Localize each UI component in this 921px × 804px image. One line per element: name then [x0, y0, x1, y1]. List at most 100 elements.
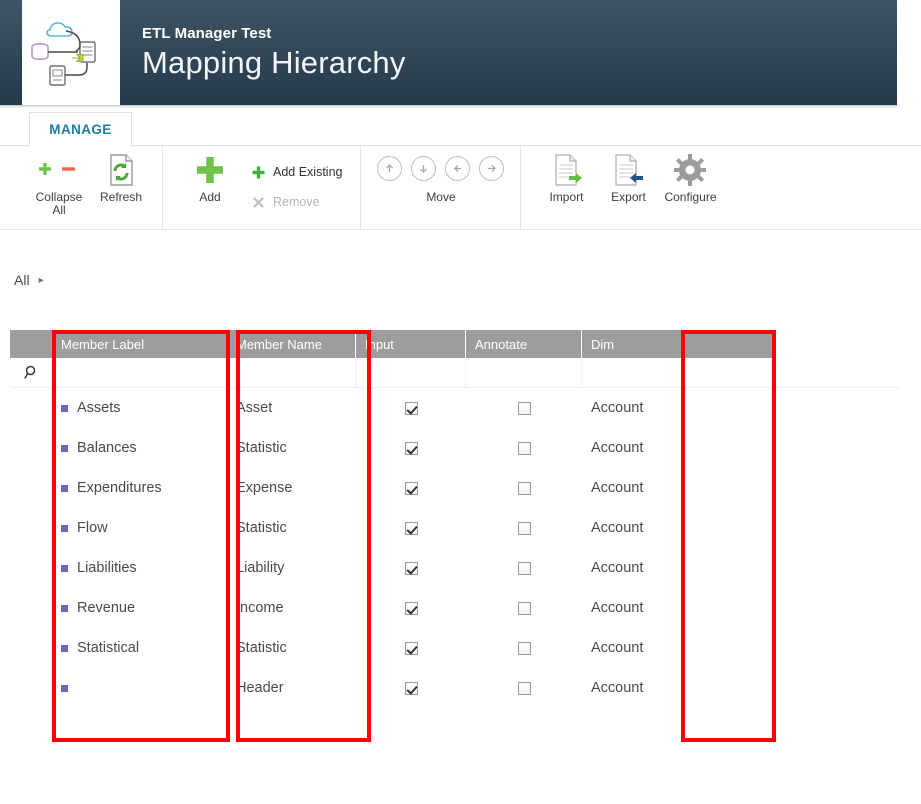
input-checkbox[interactable]: [404, 521, 418, 535]
annotate-checkbox[interactable]: [517, 401, 531, 415]
cell-input-checkbox[interactable]: [356, 388, 466, 428]
cell-dim[interactable]: Account: [582, 508, 772, 548]
tab-manage[interactable]: MANAGE: [29, 112, 132, 146]
cell-annotate-checkbox[interactable]: [466, 628, 582, 668]
table-row[interactable]: Balances Statistic Account: [10, 428, 900, 468]
cell-input-checkbox[interactable]: [356, 468, 466, 508]
column-header-member-name[interactable]: Member Name: [227, 330, 356, 358]
ribbon-group-move: Move: [360, 146, 520, 230]
cell-input-checkbox[interactable]: [356, 508, 466, 548]
table-row[interactable]: Assets Asset Account: [10, 388, 900, 428]
cell-input-checkbox[interactable]: [356, 668, 466, 708]
cell-annotate-checkbox[interactable]: [466, 388, 582, 428]
input-checkbox[interactable]: [404, 641, 418, 655]
cell-member-name[interactable]: Statistic: [227, 628, 356, 668]
annotate-checkbox[interactable]: [517, 441, 531, 455]
import-button[interactable]: Import: [535, 149, 597, 225]
configure-button[interactable]: Configure: [659, 149, 721, 225]
cell-member-label[interactable]: [52, 668, 227, 708]
table-row[interactable]: Revenue Income Account: [10, 588, 900, 628]
cell-member-label[interactable]: Balances: [52, 428, 227, 468]
cell-member-name[interactable]: Header: [227, 668, 356, 708]
column-header-dim[interactable]: Dim: [582, 330, 772, 358]
refresh-label: Refresh: [99, 190, 143, 204]
annotate-checkbox[interactable]: [517, 521, 531, 535]
breadcrumb-item-all[interactable]: All: [14, 272, 30, 288]
cell-dim[interactable]: Account: [582, 668, 772, 708]
filter-input-member-label[interactable]: [52, 358, 227, 387]
cell-member-label[interactable]: Assets: [52, 388, 227, 428]
cell-annotate-checkbox[interactable]: [466, 508, 582, 548]
add-button[interactable]: Add: [179, 149, 241, 225]
expand-collapse-plus-minus-icon: [36, 149, 82, 191]
member-bullet-icon: [61, 564, 68, 572]
cell-member-label[interactable]: Revenue: [52, 588, 227, 628]
annotate-checkbox[interactable]: [517, 641, 531, 655]
filter-input-input[interactable]: [356, 358, 466, 387]
refresh-button[interactable]: Refresh: [90, 149, 152, 225]
table-row[interactable]: Statistical Statistic Account: [10, 628, 900, 668]
gear-icon: [672, 149, 708, 191]
column-header-annotate[interactable]: Annotate: [466, 330, 582, 358]
collapse-all-button[interactable]: Collapse All: [28, 149, 90, 225]
input-checkbox[interactable]: [404, 401, 418, 415]
cell-member-name[interactable]: Liability: [227, 548, 356, 588]
column-header-member-label[interactable]: Member Label: [52, 330, 227, 358]
input-checkbox[interactable]: [404, 561, 418, 575]
cell-member-name[interactable]: Statistic: [227, 508, 356, 548]
ribbon-tab-strip: MANAGE: [0, 112, 921, 146]
plus-icon: [193, 149, 227, 191]
cell-input-checkbox[interactable]: [356, 628, 466, 668]
add-existing-button[interactable]: Add Existing: [247, 159, 346, 185]
input-checkbox[interactable]: [404, 681, 418, 695]
annotate-checkbox[interactable]: [517, 561, 531, 575]
cell-annotate-checkbox[interactable]: [466, 428, 582, 468]
cell-member-name[interactable]: Income: [227, 588, 356, 628]
cell-member-name[interactable]: Expense: [227, 468, 356, 508]
arrow-up-circle-icon: [377, 156, 403, 181]
header-titles: ETL Manager Test Mapping Hierarchy: [120, 0, 897, 105]
cell-dim[interactable]: Account: [582, 548, 772, 588]
export-button[interactable]: Export: [597, 149, 659, 225]
cell-annotate-checkbox[interactable]: [466, 468, 582, 508]
table-row[interactable]: Header Account: [10, 668, 900, 708]
input-checkbox[interactable]: [404, 601, 418, 615]
filter-input-dim[interactable]: [582, 358, 772, 387]
cell-input-checkbox[interactable]: [356, 588, 466, 628]
cell-member-label[interactable]: Liabilities: [52, 548, 227, 588]
grid-rows: Assets Asset Account Balances Statistic Accou…: [10, 388, 900, 708]
cell-annotate-checkbox[interactable]: [466, 548, 582, 588]
cell-member-label[interactable]: Statistical: [52, 628, 227, 668]
table-row[interactable]: Expenditures Expense Account: [10, 468, 900, 508]
annotate-checkbox[interactable]: [517, 481, 531, 495]
cell-dim[interactable]: Account: [582, 468, 772, 508]
cell-dim[interactable]: Account: [582, 428, 772, 468]
member-bullet-icon: [61, 604, 68, 612]
table-row[interactable]: Flow Statistic Account: [10, 508, 900, 548]
cell-dim[interactable]: Account: [582, 588, 772, 628]
cell-annotate-checkbox[interactable]: [466, 668, 582, 708]
move-group-label: Move: [426, 190, 456, 204]
input-checkbox[interactable]: [404, 441, 418, 455]
cell-dim[interactable]: Account: [582, 628, 772, 668]
cell-member-label[interactable]: Flow: [52, 508, 227, 548]
column-header-input[interactable]: Input: [356, 330, 466, 358]
chevron-right-icon[interactable]: ▸: [39, 275, 44, 286]
input-checkbox[interactable]: [404, 481, 418, 495]
ribbon-body: Collapse All Refresh Add Add Existing Re…: [0, 146, 921, 230]
filter-input-member-name[interactable]: [227, 358, 356, 387]
cell-member-label[interactable]: Expenditures: [52, 468, 227, 508]
table-row[interactable]: Liabilities Liability Account: [10, 548, 900, 588]
search-magnifier-icon[interactable]: [23, 365, 39, 380]
annotate-checkbox[interactable]: [517, 601, 531, 615]
grid-header-row: Member Label Member Name Input Annotate …: [10, 330, 772, 358]
cell-input-checkbox[interactable]: [356, 428, 466, 468]
cell-input-checkbox[interactable]: [356, 548, 466, 588]
cell-member-name[interactable]: Statistic: [227, 428, 356, 468]
filter-input-annotate[interactable]: [466, 358, 582, 387]
cell-member-name[interactable]: Asset: [227, 388, 356, 428]
annotate-checkbox[interactable]: [517, 681, 531, 695]
cell-dim[interactable]: Account: [582, 388, 772, 428]
cell-annotate-checkbox[interactable]: [466, 588, 582, 628]
member-label-text: Expenditures: [77, 480, 162, 496]
